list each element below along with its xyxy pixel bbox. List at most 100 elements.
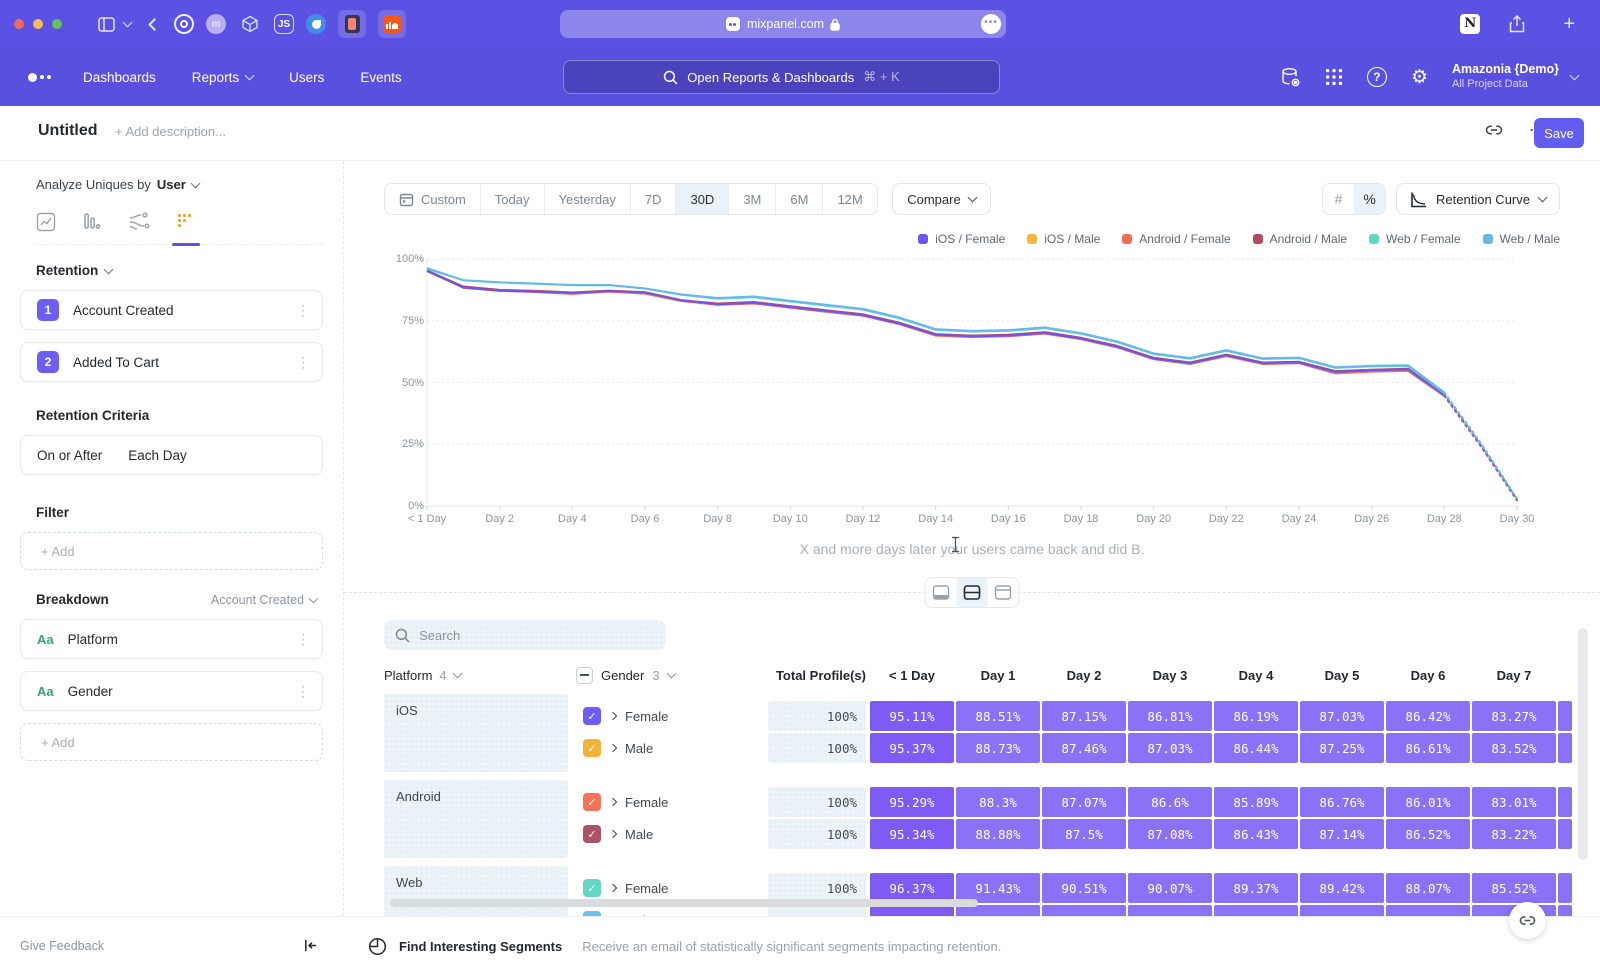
chart-only-view-button[interactable] <box>926 578 957 607</box>
retention-value-cell[interactable]: 95.11% <box>870 701 954 731</box>
retention-value-cell[interactable]: 83.01% <box>1472 787 1556 817</box>
series-checkbox[interactable]: ✓ <box>583 707 601 725</box>
retention-step-2[interactable]: 2 Added To Cart ⋮ <box>20 342 323 382</box>
retention-value-cell[interactable]: 89.48% <box>1214 905 1298 916</box>
day-column-header[interactable]: Day 3 <box>1128 668 1212 683</box>
retention-value-cell[interactable]: 86.61% <box>1386 733 1470 763</box>
retention-value-cell[interactable]: 95.34% <box>870 819 954 849</box>
browser-back-icon[interactable] <box>150 20 159 29</box>
series-checkbox[interactable]: ✓ <box>583 879 601 897</box>
retention-value-cell[interactable]: 83.27% <box>1472 701 1556 731</box>
compare-button[interactable]: Compare <box>892 183 990 215</box>
tab-retention[interactable] <box>176 212 196 232</box>
tab-insights[interactable] <box>36 212 56 232</box>
nav-reports[interactable]: Reports <box>192 70 253 85</box>
retention-value-cell[interactable]: 89.37% <box>1214 873 1298 903</box>
expand-chevron-icon[interactable] <box>609 884 617 892</box>
retention-value-cell[interactable]: 88.73% <box>956 733 1040 763</box>
retention-line-chart[interactable] <box>427 259 1517 506</box>
retention-value-cell[interactable]: 86.52% <box>1386 819 1470 849</box>
window-close-button[interactable] <box>14 19 24 29</box>
retention-value-cell[interactable]: 83.52% <box>1472 733 1556 763</box>
retention-value-cell[interactable]: 86.6% <box>1128 787 1212 817</box>
bird-extension-icon[interactable] <box>306 14 326 34</box>
retention-value-cell[interactable]: 87.5% <box>1042 819 1126 849</box>
collapse-sidebar-icon[interactable] <box>302 937 319 954</box>
retention-value-cell[interactable]: 86.81% <box>1128 701 1212 731</box>
retention-value-cell[interactable]: 95.29% <box>870 787 954 817</box>
retention-value-cell[interactable]: 87.07% <box>1042 787 1126 817</box>
gender-column-header[interactable]: Gender 3 <box>576 667 760 684</box>
chart-type-dropdown[interactable]: Retention Curve <box>1396 183 1560 215</box>
browser-dropdown-chevron-icon[interactable] <box>124 22 131 26</box>
select-all-checkbox[interactable] <box>576 667 593 684</box>
day-column-header[interactable]: Day 5 <box>1300 668 1384 683</box>
day-column-header[interactable]: Day 1 <box>956 668 1040 683</box>
retention-value-cell[interactable]: 88.07% <box>1386 873 1470 903</box>
retention-value-cell[interactable]: 86.44% <box>1214 733 1298 763</box>
series-checkbox[interactable]: ✓ <box>583 793 601 811</box>
vertical-scrollbar[interactable] <box>1578 628 1588 860</box>
series-checkbox[interactable]: ✓ <box>583 825 601 843</box>
day-column-header[interactable]: Day 6 <box>1386 668 1470 683</box>
platform-column-header[interactable]: Platform 4 <box>384 668 568 683</box>
kebab-menu-icon[interactable]: ⋮ <box>296 683 310 700</box>
range-custom[interactable]: Custom <box>385 184 480 214</box>
kebab-menu-icon[interactable]: ⋮ <box>296 631 310 648</box>
retention-value-cell[interactable]: 88.88% <box>956 819 1040 849</box>
new-tab-icon[interactable]: + <box>1563 13 1575 36</box>
target-extension-icon[interactable] <box>174 14 194 34</box>
copy-link-icon[interactable] <box>1485 121 1503 139</box>
save-button[interactable]: Save <box>1534 118 1584 148</box>
criteria-mode-dropdown[interactable]: On or After <box>37 448 102 463</box>
report-title[interactable]: Untitled <box>38 122 98 140</box>
add-description-button[interactable]: + Add description... <box>115 124 226 139</box>
range-3m[interactable]: 3M <box>728 184 775 214</box>
js-extension-icon[interactable]: JS <box>274 14 294 34</box>
breakdown-platform[interactable]: Aa Platform ⋮ <box>20 619 323 659</box>
day-column-header[interactable]: Day 7 <box>1472 668 1556 683</box>
series-checkbox[interactable]: ✓ <box>583 739 601 757</box>
window-zoom-button[interactable] <box>52 19 62 29</box>
add-breakdown-button[interactable]: + Add <box>20 723 323 761</box>
day-column-header[interactable]: Day 4 <box>1214 668 1298 683</box>
retention-value-cell[interactable]: 87.15% <box>1042 701 1126 731</box>
give-feedback-link[interactable]: Give Feedback <box>20 939 104 953</box>
retention-value-cell[interactable]: 89.48% <box>1300 905 1384 916</box>
retention-value-cell[interactable]: 87.03% <box>1300 701 1384 731</box>
tab-funnels[interactable] <box>82 212 102 232</box>
retention-value-cell[interactable]: 87.46% <box>1042 733 1126 763</box>
retention-value-cell[interactable]: 89.42% <box>1300 873 1384 903</box>
nav-dashboards[interactable]: Dashboards <box>83 70 156 85</box>
retention-section-header[interactable]: Retention <box>36 263 323 278</box>
range-30d[interactable]: 30D <box>675 184 728 214</box>
kebab-menu-icon[interactable]: ⋮ <box>296 354 310 371</box>
unit-number-button[interactable]: # <box>1323 184 1354 214</box>
analyze-entity-dropdown[interactable]: User <box>157 177 186 192</box>
legend-item[interactable]: Android / Female <box>1122 232 1230 246</box>
range-today[interactable]: Today <box>480 184 544 214</box>
retention-value-cell[interactable]: 86.42% <box>1386 701 1470 731</box>
retention-value-cell[interactable]: 88.04% <box>1386 905 1470 916</box>
retention-value-cell[interactable]: 88.3% <box>956 787 1040 817</box>
soundcloud-extension-icon[interactable] <box>378 10 406 38</box>
nav-events[interactable]: Events <box>360 70 401 85</box>
retention-value-cell[interactable]: 87.25% <box>1300 733 1384 763</box>
legend-item[interactable]: Web / Female <box>1369 232 1460 246</box>
retention-value-cell[interactable]: 87.03% <box>1128 733 1212 763</box>
notebook-extension-icon[interactable] <box>338 10 366 38</box>
share-link-fab[interactable] <box>1509 902 1546 939</box>
url-extensions-button[interactable]: ••• <box>981 14 1001 34</box>
retention-value-cell[interactable]: 87.08% <box>1128 819 1212 849</box>
day-column-header[interactable]: Day 2 <box>1042 668 1126 683</box>
legend-item[interactable]: Web / Male <box>1483 232 1560 246</box>
retention-value-cell[interactable]: 86.01% <box>1386 787 1470 817</box>
day-column-header[interactable]: < 1 Day <box>870 668 954 683</box>
help-icon[interactable]: ? <box>1367 67 1387 87</box>
data-management-icon[interactable] <box>1280 67 1301 88</box>
range-6m[interactable]: 6M <box>775 184 822 214</box>
mixpanel-logo-icon[interactable] <box>28 73 51 82</box>
retention-value-cell[interactable]: 88.51% <box>956 701 1040 731</box>
breakdown-scope-dropdown[interactable]: Account Created <box>211 593 317 607</box>
breakdown-gender[interactable]: Aa Gender ⋮ <box>20 671 323 711</box>
